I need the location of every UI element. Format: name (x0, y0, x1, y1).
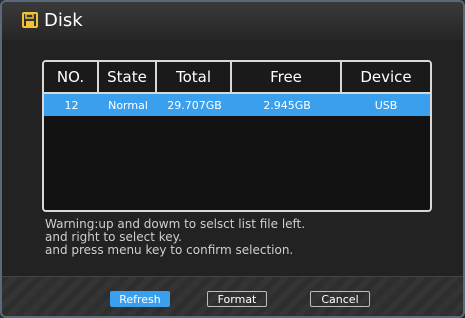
dialog-body: NO. State Total Free Device 12 Normal 29… (2, 40, 463, 276)
column-header-free: Free (232, 62, 342, 92)
cancel-button[interactable]: Cancel (310, 291, 370, 307)
cell-state: Normal (108, 98, 148, 112)
table-row[interactable]: 12 Normal 29.707GB 2.945GB USB (44, 94, 430, 116)
cell-no: 12 (64, 98, 79, 112)
warning-text: Warning:up and dowm to selsct list file … (45, 218, 305, 257)
disk-dialog: Disk NO. State Total Free Device 12 Norm… (0, 0, 465, 318)
refresh-button[interactable]: Refresh (110, 291, 170, 307)
warning-line: and press menu key to confirm selection. (45, 243, 294, 257)
dialog-title: Disk (44, 10, 83, 31)
title-bar: Disk (2, 2, 463, 41)
button-bar: Refresh Format Cancel (2, 276, 463, 316)
column-header-total: Total (157, 62, 232, 92)
column-header-device: Device (360, 68, 412, 86)
format-button[interactable]: Format (207, 291, 267, 307)
disk-table: NO. State Total Free Device 12 Normal 29… (42, 60, 432, 212)
column-header-state: State (99, 62, 157, 92)
cell-device: USB (374, 98, 398, 112)
table-header: NO. State Total Free Device (44, 62, 430, 94)
cell-free: 2.945GB (263, 98, 311, 112)
column-header-no: NO. (44, 62, 99, 92)
floppy-disk-icon (22, 12, 38, 28)
cell-total: 29.707GB (167, 98, 222, 112)
